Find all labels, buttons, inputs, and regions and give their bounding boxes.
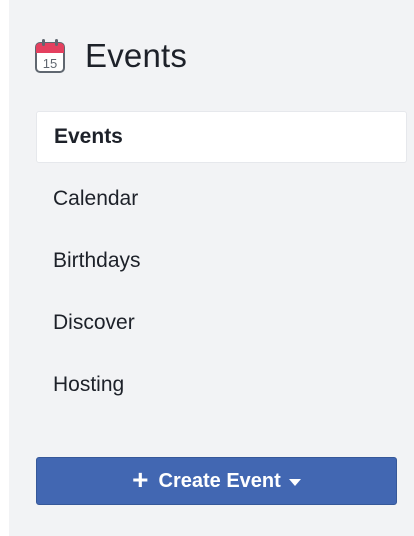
sidebar-item-discover[interactable]: Discover (36, 297, 407, 349)
sidebar-header: 15 Events (35, 32, 187, 80)
calendar-icon: 15 (35, 39, 65, 73)
events-sidebar: 15 Events Events Calendar Birthdays Disc… (9, 0, 414, 536)
plus-icon: + (132, 464, 149, 495)
sidebar-item-events[interactable]: Events (36, 111, 407, 163)
page-title: Events (85, 37, 188, 74)
calendar-icon-day: 15 (43, 56, 57, 71)
create-event-label: Create Event (158, 469, 281, 492)
sidebar-item-birthdays[interactable]: Birthdays (36, 235, 407, 287)
sidebar-item-hosting[interactable]: Hosting (36, 359, 407, 411)
sidebar-nav: Events Calendar Birthdays Discover Hosti… (36, 111, 407, 421)
caret-down-icon (288, 479, 301, 486)
create-event-button[interactable]: + Create Event (36, 457, 397, 505)
sidebar-item-calendar[interactable]: Calendar (36, 173, 407, 225)
